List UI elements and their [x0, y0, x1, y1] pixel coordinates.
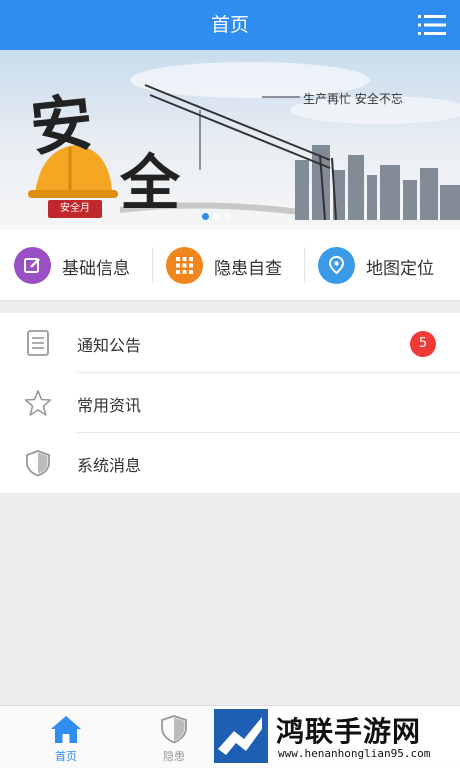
edit-icon [14, 247, 51, 284]
watermark-url: www.henanhonglian95.com [278, 747, 431, 760]
carousel-indicator[interactable] [202, 205, 235, 224]
menu-list: 通知公告 5 常用资讯 系统消息 [0, 313, 460, 493]
banner-calligraphy-text: 安 [26, 86, 91, 165]
quick-action-map-location[interactable]: 地图定位 [304, 230, 460, 300]
quick-action-label: 地图定位 [366, 259, 434, 279]
list-item-label: 常用资讯 [77, 396, 142, 415]
watermark: 鸿联手游网 www.henanhonglian95.com [214, 707, 460, 767]
carousel-dot[interactable] [224, 213, 231, 220]
banner-carousel[interactable]: 安 全 生产再忙 安全不忘 安全月 [0, 50, 460, 230]
notice-document-icon [24, 329, 52, 357]
watermark-logo [214, 709, 268, 763]
banner-stamp: 安全月 [48, 200, 102, 218]
app-header: 首页 [0, 0, 460, 50]
shield-icon [161, 715, 187, 744]
tab-label: 隐患 [163, 750, 185, 763]
quick-action-label: 隐患自查 [214, 259, 282, 279]
list-item-system-messages[interactable]: 系统消息 [0, 433, 460, 493]
list-item-news[interactable]: 常用资讯 [0, 373, 460, 433]
quick-action-basic-info[interactable]: 基础信息 [0, 230, 150, 300]
tab-hazard[interactable]: 隐患 [139, 706, 209, 768]
unread-count-badge: 5 [410, 331, 436, 357]
list-item-label: 系统消息 [77, 456, 142, 475]
quick-action-hazard-check[interactable]: 隐患自查 [152, 230, 302, 300]
tab-label: 首页 [55, 750, 77, 763]
carousel-dot[interactable] [213, 213, 220, 220]
home-icon [51, 716, 81, 743]
banner-calligraphy-text: 全 [120, 149, 180, 219]
star-icon [24, 389, 52, 417]
list-menu-icon[interactable] [418, 14, 446, 36]
quick-actions-row: 基础信息 隐患自查 地图定位 [0, 230, 460, 301]
grid-icon [166, 247, 203, 284]
list-item-label: 通知公告 [77, 336, 142, 355]
watermark-title: 鸿联手游网 [276, 715, 422, 748]
shield-icon [24, 449, 52, 477]
page-title: 首页 [210, 14, 249, 36]
quick-action-label: 基础信息 [62, 259, 130, 279]
list-item-notice[interactable]: 通知公告 5 [0, 313, 460, 373]
banner-slogan: 生产再忙 安全不忘 [303, 92, 403, 106]
carousel-dot[interactable] [202, 213, 209, 220]
location-icon [318, 247, 355, 284]
tab-home[interactable]: 首页 [31, 706, 101, 768]
